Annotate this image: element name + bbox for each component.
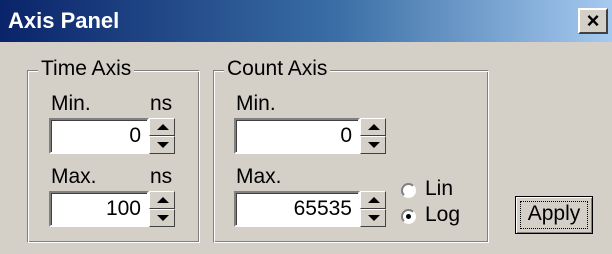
count-max-increment-button[interactable] <box>360 191 386 209</box>
count-min-input[interactable]: 0 <box>234 118 360 154</box>
count-min-spinner[interactable] <box>360 118 386 154</box>
time-min-increment-button[interactable] <box>149 118 175 136</box>
time-max-spinner[interactable] <box>149 191 175 227</box>
scale-lin-label[interactable]: Lin <box>425 177 453 201</box>
time-max-label: Max. <box>51 165 97 188</box>
count-axis-group: Count Axis Min. 0 Max. 65535 Lin Log <box>213 56 489 243</box>
arrow-down-icon <box>157 215 169 221</box>
count-max-label: Max. <box>236 165 282 188</box>
radio-selected-dot <box>406 214 411 219</box>
count-min-decrement-button[interactable] <box>360 136 386 154</box>
close-icon: × <box>586 8 600 33</box>
count-max-value: 65535 <box>293 197 352 220</box>
axis-panel-window: Axis Panel × Time Axis Min. ns 0 Max. ns… <box>0 0 612 254</box>
time-max-value: 100 <box>105 197 141 220</box>
time-min-input[interactable]: 0 <box>49 118 149 154</box>
time-min-spinner[interactable] <box>149 118 175 154</box>
scale-log-radio[interactable] <box>401 209 416 224</box>
apply-button-label: Apply <box>527 202 581 225</box>
arrow-down-icon <box>157 142 169 148</box>
count-max-input[interactable]: 65535 <box>234 191 360 227</box>
arrow-up-icon <box>368 197 380 203</box>
count-axis-title: Count Axis <box>224 56 331 82</box>
scale-lin-radio[interactable] <box>401 183 416 198</box>
time-max-unit: ns <box>150 165 173 188</box>
count-min-increment-button[interactable] <box>360 118 386 136</box>
time-min-label: Min. <box>51 92 91 115</box>
time-axis-title: Time Axis <box>38 56 135 82</box>
apply-button[interactable]: Apply <box>515 196 593 234</box>
count-min-value: 0 <box>340 124 352 147</box>
close-button[interactable]: × <box>578 8 608 34</box>
window-title: Axis Panel <box>8 8 120 33</box>
arrow-up-icon <box>157 197 169 203</box>
time-min-decrement-button[interactable] <box>149 136 175 154</box>
scale-log-label[interactable]: Log <box>425 203 460 227</box>
arrow-down-icon <box>368 142 380 148</box>
time-max-increment-button[interactable] <box>149 191 175 209</box>
time-min-value: 0 <box>129 124 141 147</box>
time-max-decrement-button[interactable] <box>149 209 175 227</box>
time-max-input[interactable]: 100 <box>49 191 149 227</box>
arrow-up-icon <box>368 124 380 130</box>
count-max-spinner[interactable] <box>360 191 386 227</box>
count-max-decrement-button[interactable] <box>360 209 386 227</box>
arrow-down-icon <box>368 215 380 221</box>
arrow-up-icon <box>157 124 169 130</box>
count-min-label: Min. <box>236 92 276 115</box>
time-min-unit: ns <box>150 92 173 115</box>
title-bar[interactable]: Axis Panel × <box>0 0 612 42</box>
time-axis-group: Time Axis Min. ns 0 Max. ns 100 <box>27 56 200 243</box>
